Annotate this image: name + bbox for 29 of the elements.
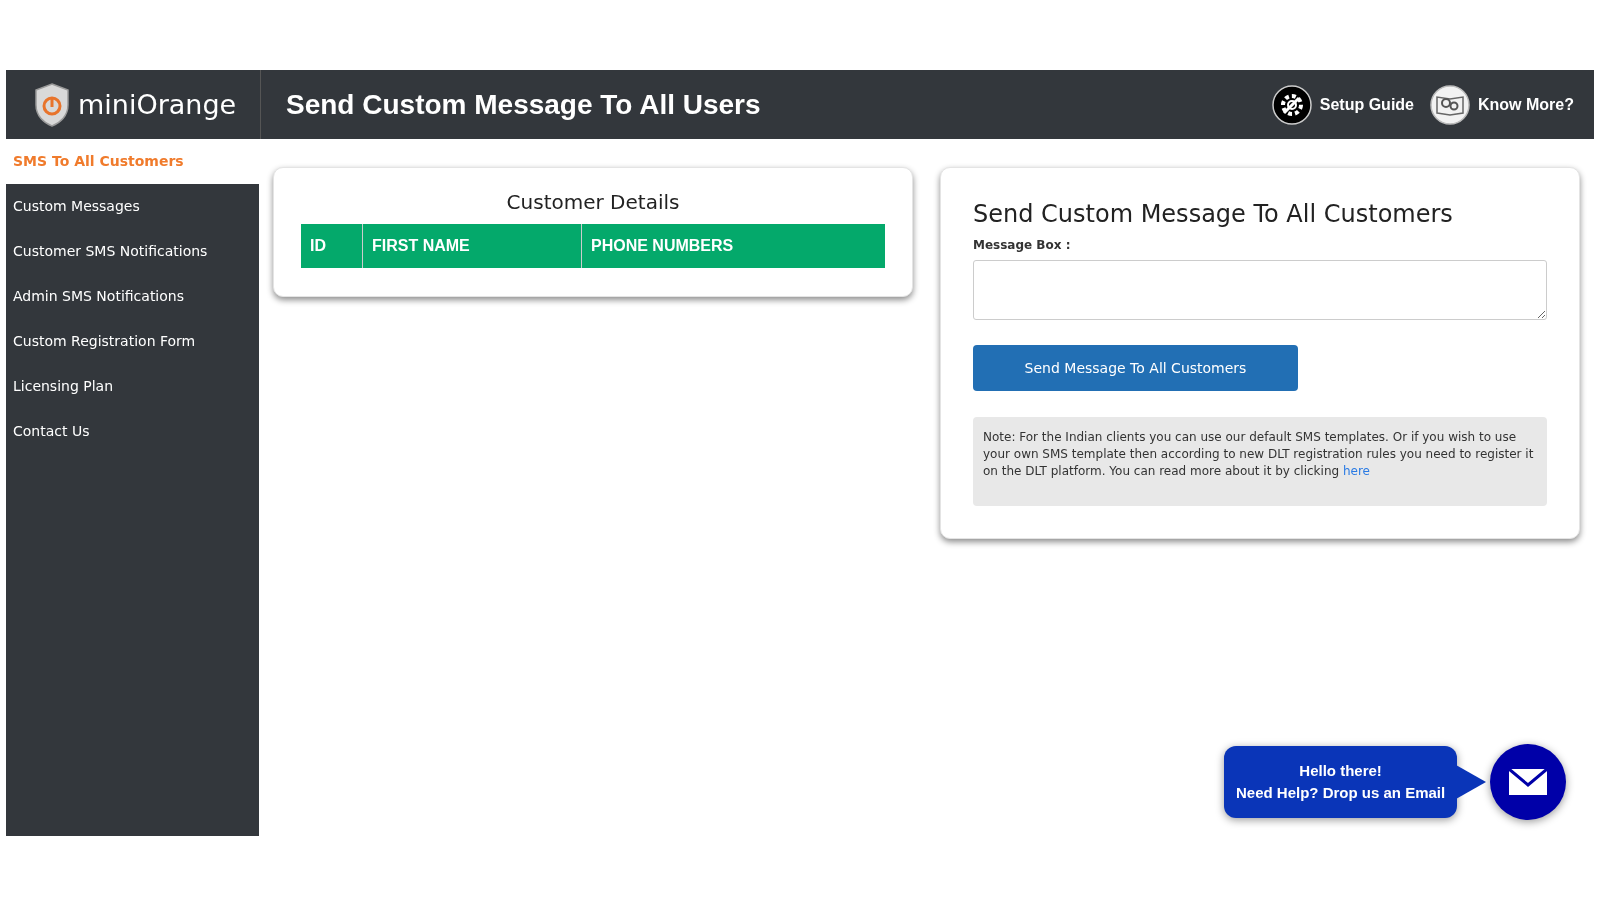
bubble-tail-icon (1456, 765, 1487, 799)
note-text: Note: For the Indian clients you can use our default SMS templates. Or if you wish to use your own SMS template then according to new DLT registration rules you need to register it on the DLT platform. You can read more about it by clicking here (983, 429, 1535, 480)
field-label: Message Box : (973, 238, 1072, 252)
gear-wrench-icon (1271, 84, 1312, 125)
header-link[interactable]: Setup Guide (1271, 84, 1414, 125)
column-header: PHONE NUMBERS (590, 236, 735, 256)
column-header: FIRST NAME (363, 224, 582, 268)
sidebar-item[interactable]: Custom Messages (6, 184, 259, 229)
here-link[interactable]: here (1342, 464, 1370, 478)
message-input-field[interactable] (973, 260, 1547, 320)
help-bubble[interactable]: Hello there! Need Help? Drop us an Email (1224, 746, 1458, 818)
book-gears-icon (1430, 84, 1470, 125)
shield-logo-icon (34, 82, 70, 127)
header-link[interactable]: Know More? (1430, 84, 1574, 125)
sidebar-item[interactable]: Licensing Plan (6, 364, 259, 409)
sidebar-item[interactable]: Custom Registration Form (6, 319, 259, 364)
sidebar-item[interactable]: Customer SMS Notifications (6, 229, 259, 274)
send-message-button[interactable]: Send Message To All Customers (973, 345, 1298, 391)
sidebar-item[interactable]: Admin SMS Notifications (6, 274, 259, 319)
form-title: Send Custom Message To All Customers (973, 200, 1454, 228)
brand-name: miniOrange (78, 89, 237, 120)
card-title: Customer Details (505, 190, 681, 214)
sidebar-item[interactable]: Contact Us (6, 409, 259, 454)
help-text: Hello there! (1298, 761, 1383, 781)
page-title: Send Custom Message To All Users (286, 88, 761, 121)
email-button[interactable] (1490, 744, 1567, 820)
help-text: Need Help? Drop us an Email (1236, 783, 1446, 803)
envelope-icon (1508, 768, 1549, 796)
column-header: ID (301, 224, 363, 268)
